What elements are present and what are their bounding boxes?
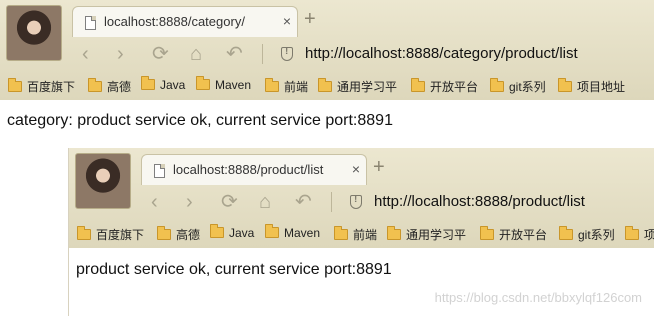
folder-icon	[411, 78, 425, 92]
bookmark-item[interactable]: 通用学习平	[318, 78, 397, 95]
shield-icon[interactable]	[350, 194, 362, 209]
folder-icon	[157, 226, 171, 240]
page-content: category: product service ok, current se…	[7, 112, 393, 129]
toolbar-divider	[331, 192, 332, 212]
reload-icon[interactable]: ⟳	[221, 192, 238, 212]
bookmarks-bar: 百度旗下 高德 Java Maven 前端 通用学习平 开放平台 git系列 项…	[0, 73, 654, 100]
bookmark-item[interactable]: 项	[625, 226, 654, 243]
forward-icon[interactable]: ›	[186, 192, 193, 212]
shield-icon[interactable]	[281, 46, 293, 61]
folder-icon	[334, 226, 348, 240]
bookmark-item[interactable]: Maven	[265, 224, 320, 240]
bookmark-item[interactable]: 项目地址	[558, 78, 625, 95]
folder-icon	[625, 226, 639, 240]
browser-toolbar: localhost:8888/category/ × + ‹ › ⟳ ⌂ ↶ h…	[0, 0, 654, 100]
bookmark-item[interactable]: 高德	[157, 226, 200, 243]
page-icon	[154, 164, 165, 178]
folder-icon	[8, 78, 22, 92]
close-tab-icon[interactable]: ×	[283, 13, 291, 29]
bookmarks-bar: 百度旗下 高德 Java Maven 前端 通用学习平 开放平台 git系列 项	[69, 221, 654, 248]
folder-icon	[559, 226, 573, 240]
browser-window-category: localhost:8888/category/ × + ‹ › ⟳ ⌂ ↶ h…	[0, 0, 654, 148]
bookmark-item[interactable]: 前端	[334, 226, 377, 243]
bookmark-item[interactable]: 百度旗下	[77, 226, 144, 243]
undo-icon[interactable]: ↶	[295, 192, 312, 212]
tab-product[interactable]: localhost:8888/product/list ×	[141, 154, 367, 185]
new-tab-button[interactable]: +	[304, 9, 316, 29]
toolbar-divider	[262, 44, 263, 64]
bookmark-item[interactable]: 开放平台	[411, 78, 478, 95]
tab-title: localhost:8888/product/list	[173, 162, 324, 177]
close-tab-icon[interactable]: ×	[352, 161, 360, 177]
address-bar[interactable]: http://localhost:8888/product/list	[374, 193, 585, 210]
folder-icon	[141, 76, 155, 90]
tab-category[interactable]: localhost:8888/category/ ×	[72, 6, 298, 37]
page-content: product service ok, current service port…	[76, 261, 392, 278]
reload-icon[interactable]: ⟳	[152, 44, 169, 64]
bookmark-item[interactable]: 百度旗下	[8, 78, 75, 95]
folder-icon	[490, 78, 504, 92]
folder-icon	[480, 226, 494, 240]
watermark: https://blog.csdn.net/bbxylqf126com	[434, 290, 642, 305]
bookmark-item[interactable]: Java	[141, 76, 185, 92]
bookmark-item[interactable]: git系列	[490, 78, 546, 95]
bookmark-item[interactable]: 高德	[88, 78, 131, 95]
folder-icon	[196, 76, 210, 90]
bookmark-item[interactable]: git系列	[559, 226, 615, 243]
avatar[interactable]	[6, 5, 62, 61]
folder-icon	[318, 78, 332, 92]
bookmark-item[interactable]: 通用学习平	[387, 226, 466, 243]
folder-icon	[210, 224, 224, 238]
page-icon	[85, 16, 96, 30]
home-icon[interactable]: ⌂	[190, 44, 202, 64]
back-icon[interactable]: ‹	[82, 44, 89, 64]
folder-icon	[265, 78, 279, 92]
avatar[interactable]	[75, 153, 131, 209]
bookmark-item[interactable]: Java	[210, 224, 254, 240]
address-bar[interactable]: http://localhost:8888/category/product/l…	[305, 45, 578, 62]
new-tab-button[interactable]: +	[373, 157, 385, 177]
tab-title: localhost:8888/category/	[104, 14, 245, 29]
back-icon[interactable]: ‹	[151, 192, 158, 212]
bookmark-item[interactable]: Maven	[196, 76, 251, 92]
folder-icon	[77, 226, 91, 240]
folder-icon	[88, 78, 102, 92]
folder-icon	[265, 224, 279, 238]
bookmark-item[interactable]: 开放平台	[480, 226, 547, 243]
browser-toolbar: localhost:8888/product/list × + ‹ › ⟳ ⌂ …	[69, 148, 654, 248]
bookmark-item[interactable]: 前端	[265, 78, 308, 95]
undo-icon[interactable]: ↶	[226, 44, 243, 64]
forward-icon[interactable]: ›	[117, 44, 124, 64]
folder-icon	[387, 226, 401, 240]
home-icon[interactable]: ⌂	[259, 192, 271, 212]
folder-icon	[558, 78, 572, 92]
